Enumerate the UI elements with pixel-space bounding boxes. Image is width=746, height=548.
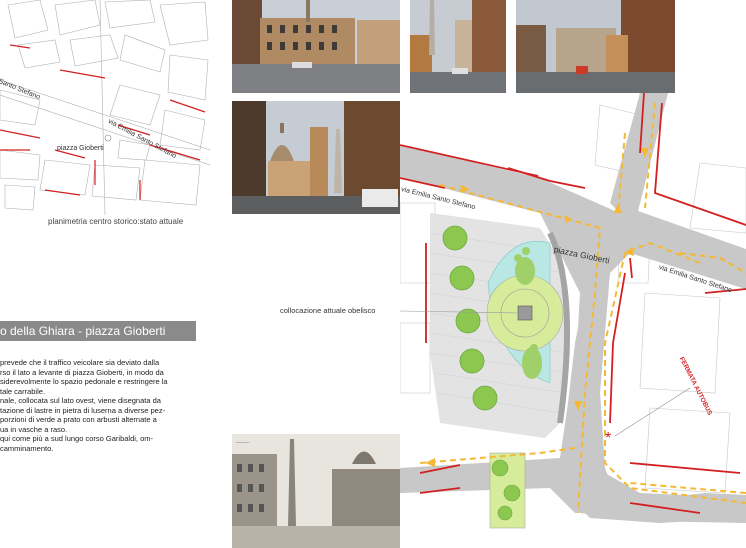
existing-state-map (0, 0, 210, 215)
description-line: prevede che il traffico veicolare sia de… (0, 358, 160, 367)
map-caption: planimetria centro storico:stato attuale (48, 217, 184, 226)
photo-historic-postcard: ~~~~~ (232, 434, 402, 548)
description-line: nale, collocata sul lato ovest, viene di… (0, 396, 161, 405)
obelisk-note: collocazione attuale obelisco (280, 306, 376, 315)
photo-piazza-buildings (232, 0, 400, 93)
photo-obelisk-street (410, 0, 506, 93)
description-line: siderevolmente lo spazio pedonale e rest… (0, 377, 168, 386)
section-title-banner: o della Ghiara - piazza Gioberti (0, 321, 196, 341)
description-line: tale carrabile. (0, 386, 46, 396)
description-line: rso il lato a levante di piazza Gioberti… (0, 367, 164, 377)
description-line: qui come più a sud lungo corso Garibaldi… (0, 434, 153, 443)
description-line: ua in vasche a raso. (0, 424, 68, 434)
photo-church-dome (232, 101, 400, 214)
photo-street-view (516, 0, 675, 93)
description-text: prevede che il traffico veicolare sia de… (0, 358, 208, 453)
map-square-label: piazza Gioberti (57, 145, 104, 152)
svg-text:*: * (605, 430, 611, 447)
description-line: porzioni di verde a prato con arbusti al… (0, 415, 157, 424)
section-title: o della Ghiara - piazza Gioberti (0, 324, 166, 338)
description-line: tazione di lastre in pietra di luserna a… (0, 405, 166, 415)
svg-text:~~~~~: ~~~~~ (236, 441, 250, 446)
description-line: camminamento. (0, 443, 54, 453)
project-plan: * (400, 93, 746, 548)
